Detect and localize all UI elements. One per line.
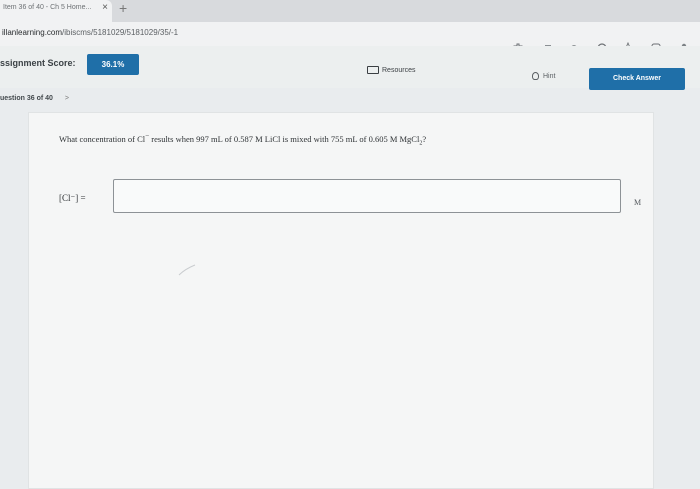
tab-title: Item 36 of 40 - Ch 5 Home... xyxy=(3,4,92,11)
score-badge: 36.1% xyxy=(87,54,139,75)
resources-label: Resources xyxy=(382,67,416,74)
url-path: /ibiscms/5181029/5181029/35/-1 xyxy=(62,28,179,37)
question-body: results when 997 mL of 0.587 M LiCl is m… xyxy=(149,133,420,144)
question-navigator[interactable]: uestion 36 of 40 > xyxy=(0,95,69,102)
check-answer-button[interactable]: Check Answer xyxy=(589,68,685,90)
question-panel: What concentration of Cl− results when 9… xyxy=(28,112,654,489)
question-counter: uestion 36 of 40 xyxy=(0,95,53,102)
question-text: What concentration of Cl− results when 9… xyxy=(59,132,426,147)
browser-tab[interactable]: Item 36 of 40 - Ch 5 Home... × xyxy=(0,0,112,22)
hint-label: Hint xyxy=(543,73,556,80)
resources-button[interactable]: Resources xyxy=(367,66,415,76)
new-tab-icon[interactable]: + xyxy=(119,0,127,16)
folder-icon xyxy=(367,66,379,75)
close-icon[interactable]: × xyxy=(102,0,108,16)
unit-label: M xyxy=(634,198,642,207)
assignment-header: ssignment Score: 36.1% Resources Hint Ch… xyxy=(0,46,700,90)
hint-button[interactable]: Hint xyxy=(532,72,555,82)
stray-mark xyxy=(178,264,196,276)
url-host: illanlearning.com xyxy=(2,28,63,37)
answer-input[interactable] xyxy=(113,179,621,213)
question-prefix: What concentration of Cl xyxy=(59,133,146,144)
score-label: ssignment Score: xyxy=(0,58,76,68)
question-suffix: ? xyxy=(422,133,427,144)
url-text[interactable]: illanlearning.com/ibiscms/5181029/518102… xyxy=(2,28,178,37)
browser-tab-strip: Item 36 of 40 - Ch 5 Home... × + xyxy=(0,0,700,22)
answer-label: [Cl⁻] = xyxy=(59,193,86,203)
lightbulb-icon xyxy=(532,72,539,81)
chevron-right-icon[interactable]: > xyxy=(65,95,69,102)
